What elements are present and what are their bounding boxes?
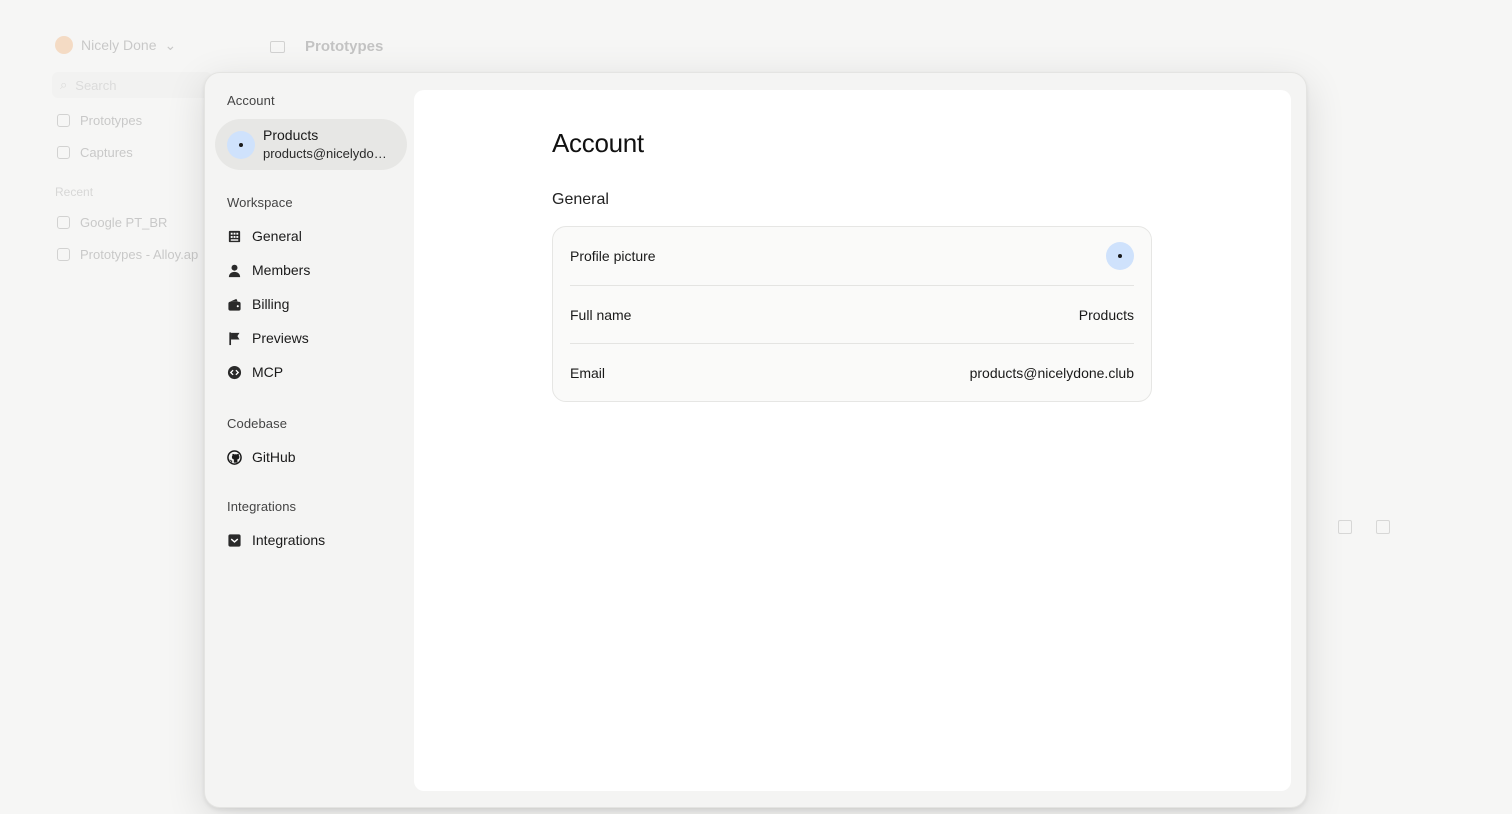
inbox-icon xyxy=(228,533,241,547)
full-name-row[interactable]: Full name Products xyxy=(570,285,1134,343)
account-item[interactable]: Products products@nicelydon... xyxy=(215,119,407,170)
recent-item-label: Google PT_BR xyxy=(80,215,168,230)
profile-picture-avatar[interactable] xyxy=(1106,242,1134,270)
recent-item: Prototypes - Alloy.ap xyxy=(57,247,198,262)
sidebar-item-label: Members xyxy=(252,262,311,278)
sidebar-item-integrations[interactable]: Integrations xyxy=(227,529,397,551)
sidebar-item-label: MCP xyxy=(252,364,284,380)
search-icon: ⌕ xyxy=(60,77,68,92)
chevron-down-icon: ⌄ xyxy=(164,36,177,53)
sidebar-item-members[interactable]: Members xyxy=(227,259,397,281)
row-label: Full name xyxy=(570,306,632,323)
account-name: Products xyxy=(263,127,319,144)
account-email: products@nicelydon... xyxy=(263,146,391,162)
recent-header: Recent xyxy=(55,185,94,199)
integrations-header: Integrations xyxy=(227,499,297,514)
person-icon xyxy=(228,264,241,277)
sidebar-item-label: Integrations xyxy=(252,532,326,548)
avatar xyxy=(227,130,255,159)
workspace-logo-icon xyxy=(55,36,73,54)
sidebar-item-github[interactable]: GitHub xyxy=(227,446,397,468)
cube-icon xyxy=(57,114,70,127)
workspace-name: Nicely Done xyxy=(81,37,157,53)
bg-topbar: Prototypes xyxy=(270,38,383,55)
full-name-value: Products xyxy=(1078,306,1134,323)
email-row[interactable]: Email products@nicelydone.club xyxy=(570,343,1134,401)
row-label: Email xyxy=(570,364,606,381)
rocket-icon xyxy=(57,248,70,261)
grid-view-icon xyxy=(1338,520,1352,534)
workspace-header: Workspace xyxy=(227,195,293,210)
camera-icon xyxy=(57,146,70,159)
account-content-panel: Account General Profile picture Full nam… xyxy=(414,90,1291,791)
account-header: Account xyxy=(227,93,275,108)
sidebar-item-general[interactable]: General xyxy=(227,225,397,247)
codebase-header: Codebase xyxy=(227,416,288,431)
sidebar-item-label: GitHub xyxy=(252,449,296,465)
email-value: products@nicelydone.club xyxy=(969,364,1134,381)
bg-page-title: Prototypes xyxy=(305,38,384,55)
bg-nav-prototypes: Prototypes xyxy=(57,113,142,128)
section-title: General xyxy=(552,191,609,208)
search-input: ⌕ Search xyxy=(52,72,212,98)
row-label: Profile picture xyxy=(570,248,656,264)
sidebar-item-previews[interactable]: Previews xyxy=(227,327,397,349)
account-general-card: Profile picture Full name Products Email… xyxy=(552,226,1152,402)
profile-picture-row[interactable]: Profile picture xyxy=(570,227,1134,285)
list-view-icon xyxy=(1376,520,1390,534)
search-placeholder: Search xyxy=(75,77,117,93)
sidebar-item-label: General xyxy=(252,228,302,244)
page-title: Account xyxy=(552,128,644,158)
recent-item-label: Prototypes - Alloy.ap xyxy=(80,247,199,262)
bg-nav-label: Captures xyxy=(80,145,133,160)
wallet-icon xyxy=(228,298,241,311)
flag-icon xyxy=(229,331,240,345)
sidebar-item-label: Billing xyxy=(252,296,290,312)
workspace-switcher: Nicely Done ⌄ xyxy=(55,36,176,54)
recent-item: Google PT_BR xyxy=(57,215,167,230)
github-icon xyxy=(227,449,242,465)
settings-modal: Account Products products@nicelydon... W… xyxy=(204,72,1307,808)
view-toggle xyxy=(1338,520,1390,534)
bg-nav-captures: Captures xyxy=(57,145,133,160)
sidebar-item-label: Previews xyxy=(252,330,309,346)
bg-nav-label: Prototypes xyxy=(80,113,143,128)
sidebar-toggle-icon xyxy=(270,40,285,53)
building-icon xyxy=(228,230,241,242)
file-icon xyxy=(57,216,70,229)
sidebar-item-mcp[interactable]: MCP xyxy=(227,361,397,383)
sidebar-item-billing[interactable]: Billing xyxy=(227,293,397,315)
code-circle-icon xyxy=(227,365,242,379)
